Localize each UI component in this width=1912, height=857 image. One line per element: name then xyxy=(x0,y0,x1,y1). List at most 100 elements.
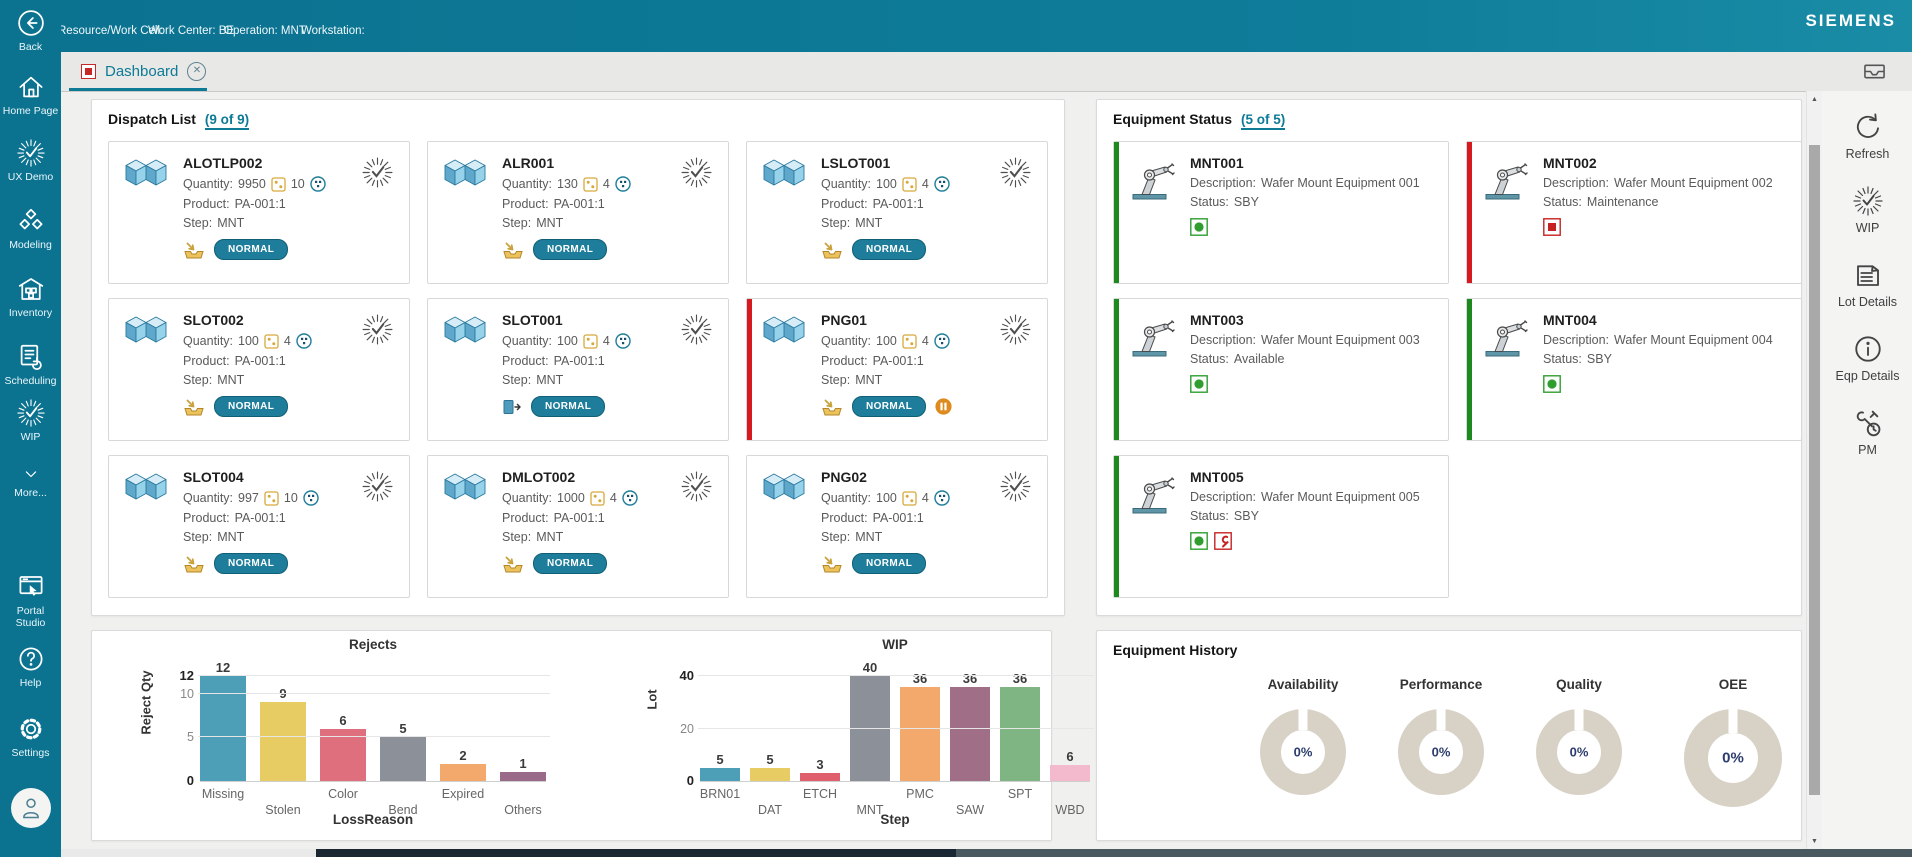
dispatch-card-dmlot002[interactable]: DMLOT002 Quantity:1000 4 Product:PA-001:… xyxy=(427,455,729,598)
inbox-tray-icon[interactable] xyxy=(1861,58,1888,85)
tab-label: Dashboard xyxy=(105,63,178,80)
dice-icon xyxy=(583,334,598,349)
user-avatar[interactable] xyxy=(11,788,51,828)
equipment-card-mnt004[interactable]: MNT004 Description:Wafer Mount Equipment… xyxy=(1466,298,1802,441)
equipment-card-mnt005[interactable]: MNT005 Description:Wafer Mount Equipment… xyxy=(1113,455,1449,598)
status-edge xyxy=(1114,456,1119,597)
wip-chart-title: WIP xyxy=(700,637,1090,652)
dispatch-card-png01[interactable]: PNG01 Quantity:100 4 Product:PA-001:1 St… xyxy=(746,298,1048,441)
wafer-count-icon xyxy=(622,490,638,506)
dispatch-action-burst-icon[interactable] xyxy=(999,313,1032,346)
horizontal-scrollbar[interactable] xyxy=(61,849,316,857)
context-workstation: Workstation: xyxy=(301,25,365,37)
document-icon xyxy=(1852,259,1884,291)
warehouse-icon xyxy=(16,274,46,304)
tab-dashboard[interactable]: Dashboard ✕ xyxy=(75,52,212,90)
status-badge: NORMAL xyxy=(214,396,288,417)
scroll-up-arrow-icon[interactable]: ▲ xyxy=(1807,96,1822,103)
dispatch-action-burst-icon[interactable] xyxy=(361,313,394,346)
tray-in-icon xyxy=(502,555,524,573)
status-badge: NORMAL xyxy=(214,239,288,260)
dice-icon xyxy=(902,491,917,506)
info-icon xyxy=(1852,333,1884,365)
equipment-card-mnt002[interactable]: MNT002 Description:Wafer Mount Equipment… xyxy=(1466,141,1802,284)
equipment-card-grid: MNT001 Description:Wafer Mount Equipment… xyxy=(1113,141,1785,598)
sidebar-item-inventory[interactable]: Inventory xyxy=(0,274,61,319)
dispatch-action-burst-icon[interactable] xyxy=(999,156,1032,189)
scrollbar-thumb[interactable] xyxy=(1809,145,1820,795)
lot-cubes-icon xyxy=(444,473,490,503)
dispatch-action-burst-icon[interactable] xyxy=(361,156,394,189)
tools-icon xyxy=(1852,407,1884,439)
sidebar-item-ux-demo[interactable]: UX Demo xyxy=(0,138,61,183)
dice-icon xyxy=(264,491,279,506)
sidebar-item-wip[interactable]: WIP xyxy=(0,398,61,443)
bar-expired: 2 xyxy=(440,748,486,782)
sidebar-item-settings[interactable]: Settings xyxy=(0,714,61,759)
rail-item-refresh[interactable]: Refresh xyxy=(1822,111,1912,161)
dice-icon xyxy=(271,177,286,192)
sidebar-item-help[interactable]: Help xyxy=(0,644,61,689)
rail-item-eqp-details[interactable]: Eqp Details xyxy=(1822,333,1912,383)
close-icon[interactable]: ✕ xyxy=(187,62,206,81)
dispatch-card-slot001[interactable]: SLOT001 Quantity:100 4 Product:PA-001:1 … xyxy=(427,298,729,441)
dispatch-action-burst-icon[interactable] xyxy=(361,470,394,503)
bar-dat: 5 xyxy=(750,752,790,781)
lot-cubes-icon xyxy=(763,159,809,189)
bottom-strip-dark xyxy=(316,849,956,857)
equipment-card-mnt003[interactable]: MNT003 Description:Wafer Mount Equipment… xyxy=(1113,298,1449,441)
dispatch-card-png02[interactable]: PNG02 Quantity:100 4 Product:PA-001:1 St… xyxy=(746,455,1048,598)
right-action-rail: Refresh WIP Lot Details Eqp Details PM xyxy=(1821,91,1912,849)
tray-in-icon xyxy=(183,241,205,259)
dispatch-action-burst-icon[interactable] xyxy=(680,313,713,346)
gear-icon xyxy=(16,714,46,744)
sidebar-item-more[interactable]: More... xyxy=(0,464,61,499)
dice-icon xyxy=(902,334,917,349)
green-dot-icon xyxy=(1190,532,1208,550)
status-badge: NORMAL xyxy=(852,239,926,260)
dispatch-card-lslot001[interactable]: LSLOT001 Quantity:100 4 Product:PA-001:1… xyxy=(746,141,1048,284)
bar-brn01: 5 xyxy=(700,752,740,781)
robot-arm-icon xyxy=(1127,472,1175,514)
sidebar-item-modeling[interactable]: Modeling xyxy=(0,206,61,251)
sidebar-item-portal-studio[interactable]: Portal Studio xyxy=(0,572,61,629)
bar-mnt: 40 xyxy=(850,660,890,781)
dispatch-card-alotlp002[interactable]: ALOTLP002 Quantity:9950 10 Product:PA-00… xyxy=(108,141,410,284)
dispatch-count-link[interactable]: (9 of 9) xyxy=(205,112,249,130)
dispatch-action-burst-icon[interactable] xyxy=(680,470,713,503)
schedule-icon xyxy=(16,342,46,372)
dispatch-card-slot004[interactable]: SLOT004 Quantity:997 10 Product:PA-001:1… xyxy=(108,455,410,598)
sidebar-item-home-page[interactable]: Home Page xyxy=(0,72,61,117)
equipment-card-mnt001[interactable]: MNT001 Description:Wafer Mount Equipment… xyxy=(1113,141,1449,284)
status-edge xyxy=(1467,299,1472,440)
red-wrench-icon xyxy=(1214,532,1232,550)
bar-missing: 12 xyxy=(200,660,246,781)
equipment-name: MNT005 xyxy=(1190,469,1448,485)
sidebar-item-scheduling[interactable]: Scheduling xyxy=(0,342,61,387)
donut-ring: 0% xyxy=(1684,709,1782,807)
top-bar: Resource/Work Cell: Work Center: BE Oper… xyxy=(0,0,1912,52)
rail-item-wip[interactable]: WIP xyxy=(1822,185,1912,235)
sidebar-item-back[interactable]: Back xyxy=(0,8,61,53)
portal-window-icon xyxy=(16,572,46,602)
bar-stolen: 9 xyxy=(260,686,306,781)
rail-item-pm[interactable]: PM xyxy=(1822,407,1912,457)
bottom-strip-slate xyxy=(956,849,1912,857)
dispatch-card-alr001[interactable]: ALR001 Quantity:130 4 Product:PA-001:1 S… xyxy=(427,141,729,284)
dispatch-action-burst-icon[interactable] xyxy=(999,470,1032,503)
dice-icon xyxy=(902,177,917,192)
robot-arm-icon xyxy=(1480,158,1528,200)
rail-item-lot-details[interactable]: Lot Details xyxy=(1822,259,1912,309)
robot-arm-icon xyxy=(1480,315,1528,357)
equipment-count-link[interactable]: (5 of 5) xyxy=(1241,112,1285,130)
dispatch-list-panel: Dispatch List (9 of 9) ALOTLP002 Quantit… xyxy=(91,99,1065,616)
dice-icon xyxy=(264,334,279,349)
status-badge: NORMAL xyxy=(531,396,605,417)
status-badge: NORMAL xyxy=(533,239,607,260)
tray-in-icon xyxy=(821,555,843,573)
dispatch-card-slot002[interactable]: SLOT002 Quantity:100 4 Product:PA-001:1 … xyxy=(108,298,410,441)
dispatch-action-burst-icon[interactable] xyxy=(680,156,713,189)
vertical-scrollbar[interactable]: ▲ ▼ xyxy=(1806,91,1822,849)
equipment-name: MNT004 xyxy=(1543,312,1801,328)
scroll-down-arrow-icon[interactable]: ▼ xyxy=(1807,838,1822,845)
